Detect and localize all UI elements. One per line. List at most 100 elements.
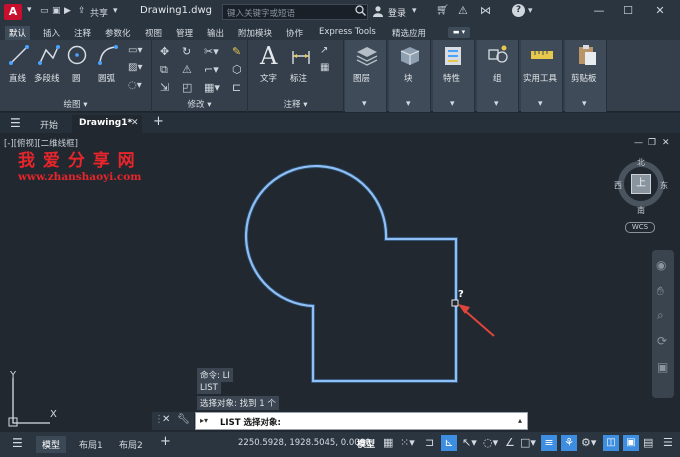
save-icon[interactable]: ▣ [52, 6, 61, 16]
tab-collaborate[interactable]: 协作 [282, 26, 307, 40]
command-history-dropdown-icon[interactable]: ▴ [518, 416, 522, 425]
lineweight-icon[interactable]: ≡ [541, 435, 557, 451]
polar-icon[interactable]: ↖▾ [462, 436, 477, 449]
block-dropdown-icon[interactable]: ▾ [406, 99, 411, 109]
isodraft-icon[interactable]: ◌▾ [483, 436, 498, 449]
tab-start[interactable]: 开始 [40, 118, 58, 131]
erase-icon[interactable]: ✎ [232, 45, 241, 58]
add-layout-icon[interactable]: + [160, 434, 171, 449]
otrack-icon[interactable]: ∠ [505, 436, 515, 449]
model-space-toggle[interactable]: 模型 [357, 437, 375, 450]
tab-layout1[interactable]: 布局1 [73, 436, 109, 453]
drawing-canvas[interactable]: [-][俯视][二维线框] 我 爱 分 享 网 www.zhanshaoyi.c… [0, 133, 680, 432]
layout-menu-icon[interactable]: ☰ [12, 436, 23, 450]
panel-clipboard[interactable]: 剪贴板 ▾ [565, 40, 607, 112]
panel-utilities[interactable]: 实用工具 ▾ [521, 40, 563, 112]
quick-access-dropdown-icon[interactable]: ▾ [113, 6, 118, 16]
workspace-icon[interactable]: ⚙▾ [581, 436, 596, 449]
panel-block[interactable]: 块 ▾ [389, 40, 431, 112]
connect-icon[interactable]: ⚠︎ [458, 4, 468, 17]
layers-dropdown-icon[interactable]: ▾ [362, 99, 367, 109]
table-icon[interactable]: ▦ [320, 62, 329, 73]
group-dropdown-icon[interactable]: ▾ [494, 99, 499, 109]
polyline-tool-label[interactable]: 多段线 [34, 72, 60, 84]
open-icon[interactable]: ▭ [40, 6, 49, 16]
move-icon[interactable]: ✥ [160, 45, 169, 58]
minimize-button[interactable]: — [588, 4, 610, 20]
panel-annotation-title[interactable]: 注释 ▾ [248, 98, 343, 110]
selected-polyline[interactable] [245, 165, 458, 383]
share-button[interactable]: 共享 [90, 6, 108, 19]
panel-properties[interactable]: 特性 ▾ [433, 40, 475, 112]
osnap-icon[interactable]: □▾ [520, 436, 536, 449]
tab-parametric[interactable]: 参数化 [101, 26, 135, 40]
text-icon[interactable]: A [260, 42, 277, 70]
text-tool-label[interactable]: 文字 [260, 72, 277, 84]
new-tab-icon[interactable]: + [153, 114, 164, 129]
tab-view[interactable]: 视图 [141, 26, 166, 40]
tab-model[interactable]: 模型 [36, 436, 67, 453]
login-dropdown-icon[interactable]: ▾ [412, 6, 417, 16]
help-dropdown-icon[interactable]: ▾ [528, 6, 533, 16]
tab-layout2[interactable]: 布局2 [113, 436, 149, 453]
command-recent-icon[interactable]: ▸▾ [200, 416, 208, 425]
stretch-icon[interactable]: ⇲ [160, 81, 169, 94]
panel-layers[interactable]: 图层 ▾ [345, 40, 387, 112]
close-tab-icon[interactable]: ✕ [131, 118, 139, 128]
autodesk-app-icon[interactable]: ⋈ [480, 4, 491, 17]
panel-group[interactable]: 组 ▾ [477, 40, 519, 112]
utilities-dropdown-icon[interactable]: ▾ [538, 99, 543, 109]
app-menu-chevron-icon[interactable]: ▾ [27, 5, 32, 15]
tab-featured-apps[interactable]: 精选应用 [388, 26, 430, 40]
maximize-button[interactable]: ☐ [617, 4, 639, 20]
clipboard-dropdown-icon[interactable]: ▾ [582, 99, 587, 109]
ribbon-options-button[interactable]: ▬ ▾ [448, 27, 470, 38]
panel-modify-title[interactable]: 修改 ▾ [152, 98, 247, 110]
polyline-icon[interactable] [38, 44, 60, 69]
tab-annotate[interactable]: 注释 [70, 26, 95, 40]
snap-icon[interactable]: ⁙▾ [400, 436, 415, 449]
app-logo-icon[interactable]: A [4, 4, 22, 20]
circle-icon[interactable] [66, 44, 88, 69]
properties-dropdown-icon[interactable]: ▾ [450, 99, 455, 109]
cart-icon[interactable]: 🛒︎ [436, 5, 449, 16]
tab-express-tools[interactable]: Express Tools [315, 26, 380, 38]
hatch-icon[interactable]: ▨▾ [128, 62, 142, 73]
hardware-acceleration-icon[interactable]: ▤ [643, 436, 653, 449]
tab-insert[interactable]: 插入 [39, 26, 64, 40]
offset-icon[interactable]: ⊏ [232, 81, 241, 94]
close-button[interactable]: ✕ [649, 4, 671, 20]
array-icon[interactable]: ▦▾ [204, 81, 220, 94]
share-icon[interactable]: ⇪ [78, 6, 86, 16]
tab-addins[interactable]: 附加模块 [234, 26, 276, 40]
infer-icon[interactable]: ⊐ [425, 436, 434, 449]
command-input[interactable]: ▸▾ LIST 选择对象: ▴ [195, 412, 528, 430]
clean-screen-icon[interactable]: ▣ [623, 435, 639, 451]
dimension-tool-label[interactable]: 标注 [290, 72, 307, 84]
search-icon[interactable] [355, 5, 366, 19]
rectangle-icon[interactable]: ▭▾ [128, 45, 142, 56]
boundary-icon[interactable]: ◌▾ [128, 80, 142, 91]
fillet-icon[interactable]: ⌐▾ [204, 63, 219, 76]
tab-drawing1[interactable]: Drawing1* ✕ [72, 115, 142, 133]
login-button[interactable]: 登录 [388, 6, 406, 19]
panel-draw-title[interactable]: 绘图 ▾ [0, 98, 151, 110]
dimension-icon[interactable] [290, 46, 312, 71]
command-close-icon[interactable]: ✕ [162, 414, 170, 425]
copy-icon[interactable]: ⧉ [160, 63, 168, 77]
line-icon[interactable] [8, 44, 30, 69]
coordinate-readout[interactable]: 2250.5928, 1928.5045, 0.0000 [238, 438, 370, 448]
grid-icon[interactable]: ▦ [383, 436, 393, 449]
tab-manage[interactable]: 管理 [172, 26, 197, 40]
tab-home[interactable]: 默认 [5, 26, 31, 40]
hamburger-menu-icon[interactable]: ☰ [10, 116, 21, 130]
annotation-scale-icon[interactable]: ⚘ [561, 435, 577, 451]
tab-output[interactable]: 输出 [203, 26, 228, 40]
command-customize-icon[interactable]: 🔧︎ [177, 414, 190, 425]
leader-icon[interactable]: ↗ [320, 45, 328, 56]
circle-tool-label[interactable]: 圆 [72, 72, 81, 84]
scale-icon[interactable]: ◰ [182, 81, 192, 94]
arc-tool-label[interactable]: 圆弧 [98, 72, 115, 84]
isolate-icon[interactable]: ◫ [603, 435, 619, 451]
mirror-icon[interactable]: ⚠︎ [182, 63, 192, 76]
